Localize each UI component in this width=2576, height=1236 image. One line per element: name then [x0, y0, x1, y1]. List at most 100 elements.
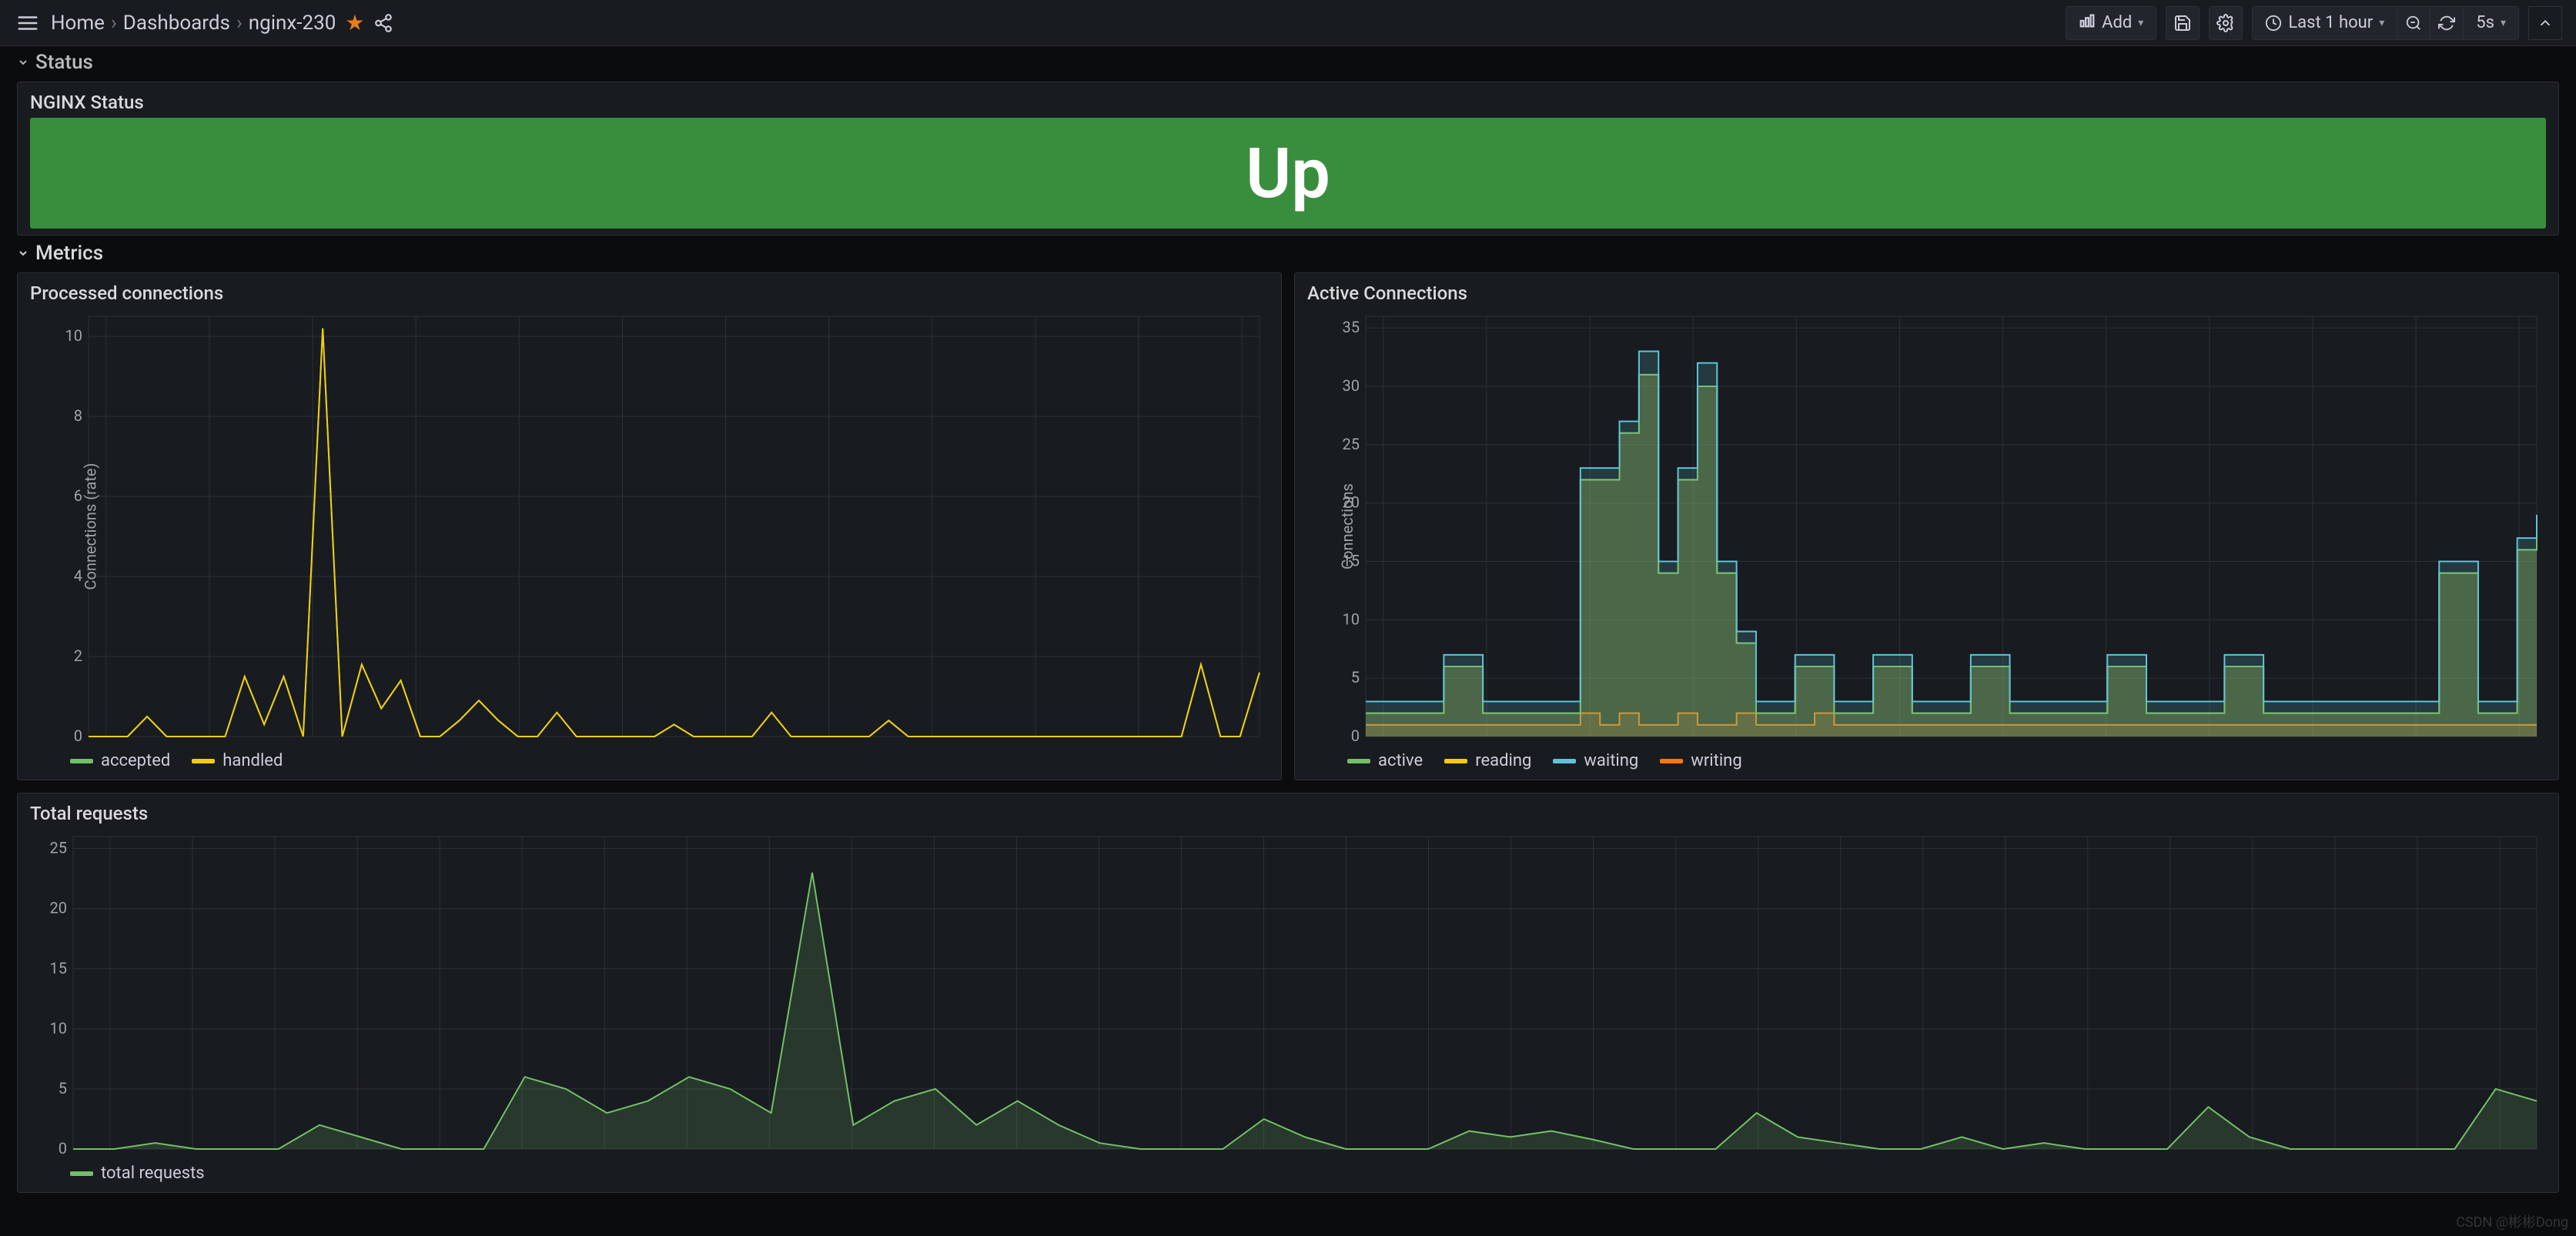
- legend-item-writing[interactable]: writing: [1660, 751, 1741, 770]
- svg-text:17:28: 17:28: [1327, 1153, 1366, 1156]
- time-range-label: Last 1 hour: [2288, 13, 2373, 32]
- svg-text:17:35: 17:35: [810, 740, 848, 743]
- svg-text:35: 35: [1343, 318, 1360, 336]
- chart-total[interactable]: 051015202516:5817:0017:0217:0417:0617:08…: [30, 829, 2546, 1156]
- svg-text:17:34: 17:34: [1574, 1153, 1613, 1156]
- legend-item-accepted[interactable]: accepted: [70, 751, 170, 770]
- legend-swatch: [1553, 759, 1576, 763]
- svg-text:17:04: 17:04: [338, 1153, 376, 1156]
- svg-text:17:35: 17:35: [2087, 740, 2126, 743]
- svg-text:17:40: 17:40: [913, 740, 952, 743]
- legend-label: writing: [1691, 751, 1741, 770]
- panel-processed-connections[interactable]: Processed connections Connections (rate)…: [17, 272, 1282, 780]
- panel-total-requests[interactable]: Total requests 051015202516:5817:0017:02…: [17, 793, 2559, 1193]
- time-picker-group: Last 1 hour ▾ 5s ▾: [2252, 6, 2519, 40]
- svg-text:17:56: 17:56: [2481, 1153, 2519, 1156]
- breadcrumb-dashboards[interactable]: Dashboards: [123, 12, 230, 35]
- legend-item-total-requests[interactable]: total requests: [70, 1164, 205, 1183]
- graph-plus-icon: [2079, 12, 2096, 34]
- legend-item-handled[interactable]: handled: [192, 751, 283, 770]
- panel-title: NGINX Status: [30, 92, 2546, 118]
- svg-text:17:20: 17:20: [1777, 740, 1815, 743]
- svg-text:17:42: 17:42: [1904, 1153, 1942, 1156]
- legend-item-active[interactable]: active: [1347, 751, 1423, 770]
- legend-item-reading[interactable]: reading: [1444, 751, 1531, 770]
- svg-text:17:06: 17:06: [420, 1153, 459, 1156]
- breadcrumb: Home › Dashboards › nginx-230: [51, 12, 336, 35]
- svg-text:5: 5: [1351, 668, 1360, 686]
- svg-text:17:08: 17:08: [503, 1153, 541, 1156]
- panel-title: Total requests: [30, 803, 2546, 829]
- panel-nginx-status[interactable]: NGINX Status Up: [17, 82, 2559, 236]
- svg-text:2: 2: [74, 646, 82, 665]
- row-header-metrics[interactable]: Metrics: [17, 236, 2559, 272]
- svg-text:30: 30: [1343, 376, 1360, 395]
- svg-text:17:36: 17:36: [1657, 1153, 1695, 1156]
- svg-text:17:10: 17:10: [585, 1153, 624, 1156]
- panel-active-connections[interactable]: Active Connections Connections 051015202…: [1294, 272, 2559, 780]
- row-header-status[interactable]: Status: [17, 51, 2559, 82]
- svg-text:17:50: 17:50: [1119, 740, 1158, 743]
- svg-text:17:55: 17:55: [2500, 740, 2538, 743]
- panel-title: Active Connections: [1307, 282, 2546, 309]
- chart-active[interactable]: 0510152025303517:0017:0517:1017:1517:201…: [1307, 309, 2546, 743]
- svg-text:17:32: 17:32: [1492, 1153, 1531, 1156]
- menu-toggle[interactable]: [14, 9, 42, 37]
- status-value: Up: [30, 118, 2546, 229]
- svg-text:17:30: 17:30: [707, 740, 745, 743]
- panel-title: Processed connections: [30, 282, 1269, 309]
- kiosk-button[interactable]: [2528, 6, 2562, 40]
- svg-text:17:25: 17:25: [604, 740, 642, 743]
- svg-text:17:00: 17:00: [87, 740, 125, 743]
- svg-text:17:05: 17:05: [190, 740, 229, 743]
- svg-text:17:54: 17:54: [2398, 1153, 2437, 1156]
- legend-swatch: [1444, 759, 1467, 763]
- chart-processed[interactable]: 024681017:0017:0517:1017:1517:2017:2517:…: [30, 309, 1269, 743]
- svg-text:17:22: 17:22: [1080, 1153, 1119, 1156]
- svg-text:17:15: 17:15: [1674, 740, 1712, 743]
- legend-label: waiting: [1584, 751, 1638, 770]
- time-range-button[interactable]: Last 1 hour ▾: [2252, 6, 2397, 40]
- svg-text:17:12: 17:12: [667, 1153, 706, 1156]
- add-button[interactable]: Add ▾: [2066, 6, 2156, 40]
- svg-text:20: 20: [50, 899, 67, 917]
- save-button[interactable]: [2166, 6, 2200, 40]
- svg-text:17:26: 17:26: [1245, 1153, 1283, 1156]
- refresh-button[interactable]: [2430, 6, 2464, 40]
- svg-text:17:38: 17:38: [1739, 1153, 1778, 1156]
- refresh-interval-button[interactable]: 5s ▾: [2463, 6, 2519, 40]
- svg-text:17:00: 17:00: [1364, 740, 1403, 743]
- svg-text:17:20: 17:20: [500, 740, 538, 743]
- svg-text:17:44: 17:44: [1986, 1153, 2025, 1156]
- settings-button[interactable]: [2209, 6, 2243, 40]
- legend: active reading waiting writing: [1307, 743, 2546, 773]
- breadcrumb-home[interactable]: Home: [51, 12, 105, 35]
- legend-label: active: [1378, 751, 1423, 770]
- share-icon[interactable]: [373, 13, 393, 33]
- clock-icon: [2265, 15, 2282, 32]
- svg-text:17:50: 17:50: [2233, 1153, 2272, 1156]
- row-title-status: Status: [35, 51, 93, 74]
- svg-text:17:30: 17:30: [1984, 740, 2022, 743]
- zoom-out-button[interactable]: [2397, 6, 2430, 40]
- svg-text:15: 15: [50, 959, 67, 977]
- breadcrumb-sep: ›: [109, 12, 119, 35]
- svg-text:0: 0: [59, 1139, 67, 1156]
- legend-swatch: [70, 1171, 93, 1176]
- svg-text:17:40: 17:40: [1822, 1153, 1860, 1156]
- row-title-metrics: Metrics: [35, 242, 103, 265]
- breadcrumb-current[interactable]: nginx-230: [249, 12, 336, 35]
- legend-item-waiting[interactable]: waiting: [1553, 751, 1638, 770]
- legend: accepted handled: [30, 743, 1269, 773]
- svg-text:10: 10: [65, 326, 82, 345]
- refresh-interval-label: 5s: [2476, 13, 2494, 32]
- svg-text:17:50: 17:50: [2397, 740, 2435, 743]
- watermark: CSDN @彬彬Dong: [2456, 1211, 2568, 1231]
- svg-text:8: 8: [74, 406, 82, 425]
- legend-label: total requests: [101, 1164, 205, 1183]
- svg-text:17:24: 17:24: [1163, 1153, 1201, 1156]
- chevron-down-icon: ▾: [2138, 17, 2143, 29]
- star-icon[interactable]: ★: [345, 10, 364, 35]
- legend-swatch: [70, 759, 93, 763]
- svg-text:17:02: 17:02: [256, 1153, 294, 1156]
